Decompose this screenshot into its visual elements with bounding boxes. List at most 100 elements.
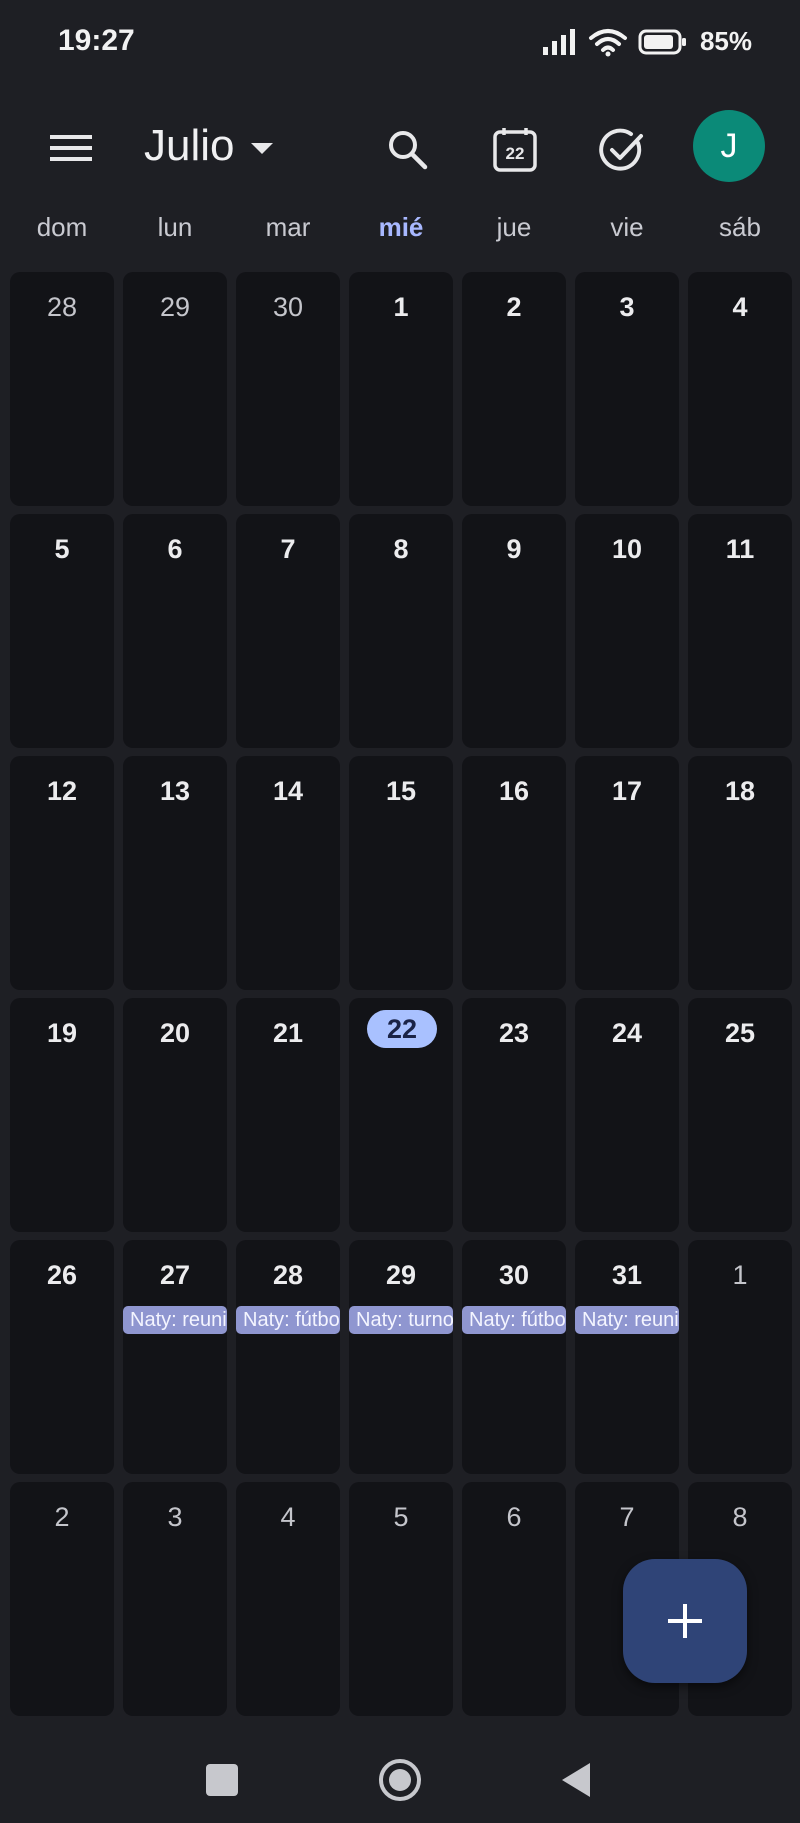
day-cell[interactable]: 15 — [349, 756, 453, 990]
plus-icon — [668, 1604, 702, 1638]
account-avatar[interactable]: J — [693, 110, 765, 182]
day-number: 7 — [280, 534, 296, 564]
day-number: 30 — [498, 1260, 530, 1290]
day-cell[interactable]: 11 — [688, 514, 792, 748]
day-number: 21 — [272, 1018, 304, 1048]
circle-icon — [379, 1759, 421, 1801]
day-cell[interactable]: 18 — [688, 756, 792, 990]
day-number: 3 — [167, 1502, 183, 1532]
weekday-label-today: mié — [378, 212, 424, 242]
status-icons: 85% — [542, 26, 752, 57]
system-nav-bar — [0, 1730, 800, 1823]
day-cell[interactable]: 28 Naty: fútbol — [236, 1240, 340, 1474]
day-cell[interactable]: 2 — [10, 1482, 114, 1716]
day-number: 28 — [272, 1260, 304, 1290]
day-cell[interactable]: 4 — [236, 1482, 340, 1716]
day-cell[interactable]: 30 — [236, 272, 340, 506]
day-cell[interactable]: 1 — [688, 1240, 792, 1474]
day-cell[interactable]: 3 — [575, 272, 679, 506]
month-grid: 28 29 30 1 2 3 4 5 6 7 8 9 10 11 12 13 1… — [10, 272, 792, 1717]
event-chip[interactable]: Naty: reunión — [123, 1306, 227, 1334]
day-cell[interactable]: 6 — [462, 1482, 566, 1716]
event-chip[interactable]: Naty: fútbol — [236, 1306, 340, 1334]
day-cell[interactable]: 4 — [688, 272, 792, 506]
day-number: 6 — [506, 1502, 522, 1532]
day-cell[interactable]: 12 — [10, 756, 114, 990]
day-cell[interactable]: 14 — [236, 756, 340, 990]
day-number: 18 — [724, 776, 756, 806]
day-number: 23 — [498, 1018, 530, 1048]
day-number: 4 — [732, 292, 748, 322]
day-cell-today[interactable]: 22 — [349, 998, 453, 1232]
day-number: 10 — [611, 534, 643, 564]
day-cell[interactable]: 28 — [10, 272, 114, 506]
day-cell[interactable]: 24 — [575, 998, 679, 1232]
battery-icon — [638, 29, 686, 54]
day-cell[interactable]: 29 Naty: turno — [349, 1240, 453, 1474]
back-button[interactable] — [548, 1752, 604, 1808]
day-number: 11 — [725, 534, 755, 564]
day-number: 24 — [611, 1018, 643, 1048]
event-chip[interactable]: Naty: reunión — [575, 1306, 679, 1334]
day-number: 7 — [619, 1502, 635, 1532]
day-cell[interactable]: 2 — [462, 272, 566, 506]
day-number: 5 — [54, 534, 70, 564]
create-event-button[interactable] — [623, 1559, 747, 1683]
day-cell[interactable]: 3 — [123, 1482, 227, 1716]
task-check-icon — [599, 128, 643, 171]
square-icon — [206, 1764, 238, 1796]
day-cell[interactable]: 17 — [575, 756, 679, 990]
day-number: 1 — [393, 292, 409, 322]
day-number: 25 — [724, 1018, 756, 1048]
menu-button[interactable] — [46, 124, 96, 172]
day-cell[interactable]: 25 — [688, 998, 792, 1232]
day-cell[interactable]: 8 — [349, 514, 453, 748]
home-button[interactable] — [372, 1752, 428, 1808]
day-number: 20 — [159, 1018, 191, 1048]
dropdown-caret-icon — [250, 142, 273, 154]
day-number: 13 — [159, 776, 191, 806]
day-number: 27 — [159, 1260, 191, 1290]
search-button[interactable] — [380, 122, 436, 178]
status-bar: 19:27 85% — [0, 0, 800, 90]
day-cell[interactable]: 29 — [123, 272, 227, 506]
day-cell[interactable]: 16 — [462, 756, 566, 990]
tasks-button[interactable] — [594, 122, 650, 178]
day-cell[interactable]: 30 Naty: fútbol — [462, 1240, 566, 1474]
day-cell[interactable]: 26 — [10, 1240, 114, 1474]
day-cell[interactable]: 23 — [462, 998, 566, 1232]
day-cell[interactable]: 5 — [10, 514, 114, 748]
event-chip[interactable]: Naty: turno — [349, 1306, 453, 1334]
day-cell[interactable]: 19 — [10, 998, 114, 1232]
search-icon — [389, 131, 428, 170]
day-cell[interactable]: 1 — [349, 272, 453, 506]
day-cell[interactable]: 6 — [123, 514, 227, 748]
today-button[interactable]: 22 — [487, 122, 543, 178]
day-number: 26 — [46, 1260, 78, 1290]
recents-button[interactable] — [194, 1752, 250, 1808]
day-number: 2 — [54, 1502, 70, 1532]
app-bar: Julio 22 — [0, 100, 800, 195]
day-cell[interactable]: 7 — [236, 514, 340, 748]
day-number: 29 — [159, 292, 191, 322]
month-selector[interactable]: Julio — [144, 120, 273, 172]
day-cell[interactable]: 5 — [349, 1482, 453, 1716]
day-cell[interactable]: 21 — [236, 998, 340, 1232]
day-number: 12 — [46, 776, 78, 806]
day-cell[interactable]: 31 Naty: reunión — [575, 1240, 679, 1474]
day-number: 5 — [393, 1502, 409, 1532]
day-cell[interactable]: 9 — [462, 514, 566, 748]
day-number: 16 — [498, 776, 530, 806]
day-cell[interactable]: 10 — [575, 514, 679, 748]
month-label: Julio — [144, 121, 235, 170]
day-number: 8 — [393, 534, 409, 564]
event-chip[interactable]: Naty: fútbol — [462, 1306, 566, 1334]
triangle-back-icon — [562, 1763, 590, 1797]
status-time: 19:27 — [58, 24, 135, 57]
day-cell[interactable]: 20 — [123, 998, 227, 1232]
day-number: 17 — [611, 776, 643, 806]
menu-icon — [50, 135, 92, 161]
day-cell[interactable]: 13 — [123, 756, 227, 990]
day-cell[interactable]: 27 Naty: reunión — [123, 1240, 227, 1474]
day-number: 9 — [506, 534, 522, 564]
